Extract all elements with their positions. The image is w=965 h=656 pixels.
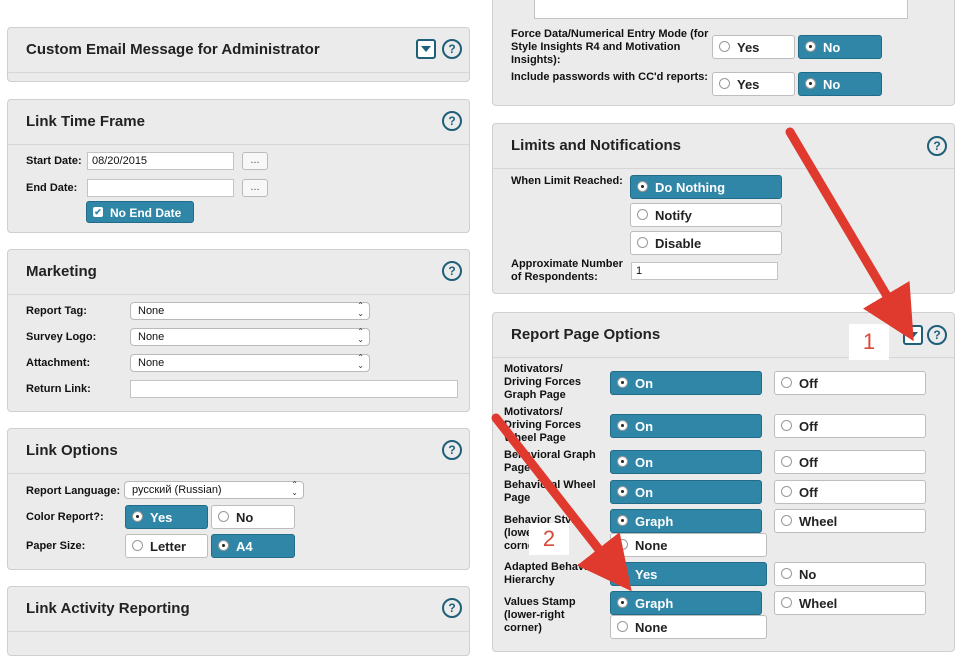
annotation-arrows (491, 127, 914, 592)
arrow-2-icon (491, 413, 632, 592)
arrow-1-icon (785, 127, 914, 342)
